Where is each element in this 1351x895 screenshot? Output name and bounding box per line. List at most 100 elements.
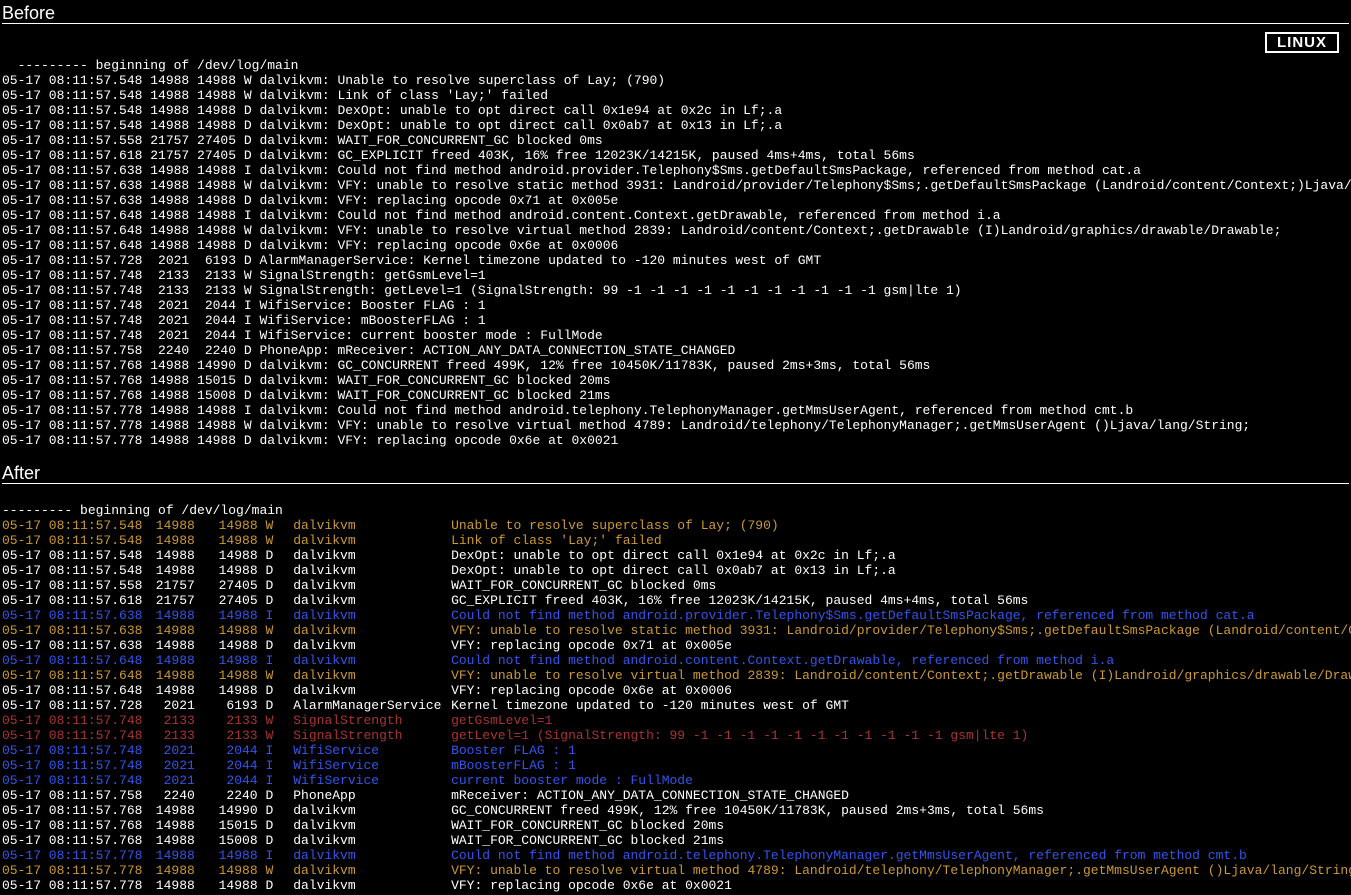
log-level: D [265,578,285,593]
log-line: 05-17 08:11:57.748 2133 2133 W SignalStr… [2,283,1349,298]
log-line: 05-17 08:11:57.748 2021 2044 I WifiServi… [2,743,1349,758]
log-tag: dalvikvm [293,563,443,578]
log-line: 05-17 08:11:57.548 14988 14988 W dalvikv… [2,533,1349,548]
log-line: 05-17 08:11:57.648 14988 14988 W dalvikv… [2,223,1349,238]
log-tid: 2044 [203,773,258,788]
log-tag: dalvikvm [293,638,443,653]
log-tag: WifiService [293,743,443,758]
log-line: 05-17 08:11:57.638 14988 14988 W dalvikv… [2,623,1349,638]
log-pid: 2133 [140,713,195,728]
log-line: 05-17 08:11:57.748 2133 2133 W SignalStr… [2,713,1349,728]
log-pid: 14988 [140,818,195,833]
log-message: GC_EXPLICIT freed 403K, 16% free 12023K/… [451,593,1028,608]
log-line: 05-17 08:11:57.548 14988 14988 W dalvikv… [2,73,1349,88]
log-line: 05-17 08:11:57.778 14988 14988 I dalvikv… [2,403,1349,418]
log-line: 05-17 08:11:57.748 2021 2044 I WifiServi… [2,773,1349,788]
log-tid: 27405 [203,593,258,608]
log-tid: 14988 [203,638,258,653]
log-pid: 14988 [140,863,195,878]
log-level: W [265,863,285,878]
log-level: D [265,638,285,653]
log-pid: 14988 [140,608,195,623]
log-timestamp: 05-17 08:11:57.638 [2,638,132,653]
log-tid: 14988 [203,878,258,893]
log-pid: 14988 [140,548,195,563]
log-tag: dalvikvm [293,608,443,623]
log-message: VFY: unable to resolve virtual method 28… [451,668,1351,683]
log-pid: 14988 [140,668,195,683]
log-tag: dalvikvm [293,848,443,863]
log-pid: 14988 [140,833,195,848]
log-tid: 14990 [203,803,258,818]
log-line: 05-17 08:11:57.638 14988 14988 D dalvikv… [2,638,1349,653]
log-message: Unable to resolve superclass of Lay; (79… [451,518,779,533]
log-line: 05-17 08:11:57.648 14988 14988 D dalvikv… [2,683,1349,698]
log-line: 05-17 08:11:57.768 14988 14990 D dalvikv… [2,358,1349,373]
log-timestamp: 05-17 08:11:57.648 [2,653,132,668]
log-message: Link of class 'Lay;' failed [451,533,662,548]
log-pid: 14988 [140,533,195,548]
log-tid: 14988 [203,548,258,563]
log-level: D [265,833,285,848]
before-log-output: LINUX --------- beginning of /dev/log/ma… [2,28,1349,448]
log-line: 05-17 08:11:57.728 2021 6193 D AlarmMana… [2,698,1349,713]
log-timestamp: 05-17 08:11:57.648 [2,683,132,698]
log-timestamp: 05-17 08:11:57.748 [2,713,132,728]
log-message: WAIT_FOR_CONCURRENT_GC blocked 20ms [451,818,724,833]
log-line: 05-17 08:11:57.548 14988 14988 W dalvikv… [2,88,1349,103]
log-pid: 14988 [140,803,195,818]
log-tid: 2044 [203,758,258,773]
log-level: D [265,803,285,818]
log-timestamp: 05-17 08:11:57.748 [2,773,132,788]
log-message: getGsmLevel=1 [451,713,552,728]
log-tag: AlarmManagerService [293,698,443,713]
log-line: 05-17 08:11:57.758 2240 2240 D PhoneApp:… [2,343,1349,358]
log-message: Could not find method android.provider.T… [451,608,1255,623]
log-timestamp: 05-17 08:11:57.748 [2,743,132,758]
log-timestamp: 05-17 08:11:57.778 [2,863,132,878]
log-tid: 27405 [203,578,258,593]
log-timestamp: 05-17 08:11:57.768 [2,818,132,833]
log-level: W [265,533,285,548]
log-timestamp: 05-17 08:11:57.638 [2,608,132,623]
log-timestamp: 05-17 08:11:57.548 [2,563,132,578]
log-tid: 14988 [203,683,258,698]
log-line: 05-17 08:11:57.768 14988 15015 D dalvikv… [2,818,1349,833]
log-line: 05-17 08:11:57.778 14988 14988 D dalvikv… [2,878,1349,893]
log-message: VFY: unable to resolve static method 393… [451,623,1351,638]
log-line: 05-17 08:11:57.558 21757 27405 D dalvikv… [2,133,1349,148]
log-timestamp: 05-17 08:11:57.758 [2,788,132,803]
log-line: 05-17 08:11:57.748 2021 2044 I WifiServi… [2,758,1349,773]
log-timestamp: 05-17 08:11:57.778 [2,848,132,863]
log-message: mReceiver: ACTION_ANY_DATA_CONNECTION_ST… [451,788,849,803]
log-pid: 14988 [140,638,195,653]
log-tag: dalvikvm [293,578,443,593]
log-message: GC_CONCURRENT freed 499K, 12% free 10450… [451,803,1044,818]
log-tid: 15015 [203,818,258,833]
log-line: 05-17 08:11:57.748 2021 2044 I WifiServi… [2,313,1349,328]
log-line: 05-17 08:11:57.768 14988 14990 D dalvikv… [2,803,1349,818]
log-tag: dalvikvm [293,623,443,638]
log-line: 05-17 08:11:57.638 14988 14988 I dalvikv… [2,608,1349,623]
log-pid: 2133 [140,728,195,743]
log-tag: WifiService [293,773,443,788]
log-level: D [265,698,285,713]
log-level: I [265,758,285,773]
log-line: 05-17 08:11:57.778 14988 14988 I dalvikv… [2,848,1349,863]
log-timestamp: 05-17 08:11:57.778 [2,878,132,893]
log-line: 05-17 08:11:57.748 2133 2133 W SignalStr… [2,728,1349,743]
log-level: D [265,788,285,803]
log-tag: SignalStrength [293,728,443,743]
log-pid: 2021 [140,773,195,788]
log-line: 05-17 08:11:57.648 14988 14988 I dalvikv… [2,653,1349,668]
log-tid: 2133 [203,713,258,728]
log-message: VFY: replacing opcode 0x71 at 0x005e [451,638,732,653]
log-tag: dalvikvm [293,833,443,848]
log-timestamp: 05-17 08:11:57.768 [2,803,132,818]
log-line: 05-17 08:11:57.548 14988 14988 W dalvikv… [2,518,1349,533]
log-tag: dalvikvm [293,533,443,548]
log-tid: 14988 [203,563,258,578]
log-message: current booster mode : FullMode [451,773,693,788]
log-line: 05-17 08:11:57.778 14988 14988 W dalvikv… [2,418,1349,433]
log-line: 05-17 08:11:57.618 21757 27405 D dalvikv… [2,148,1349,163]
